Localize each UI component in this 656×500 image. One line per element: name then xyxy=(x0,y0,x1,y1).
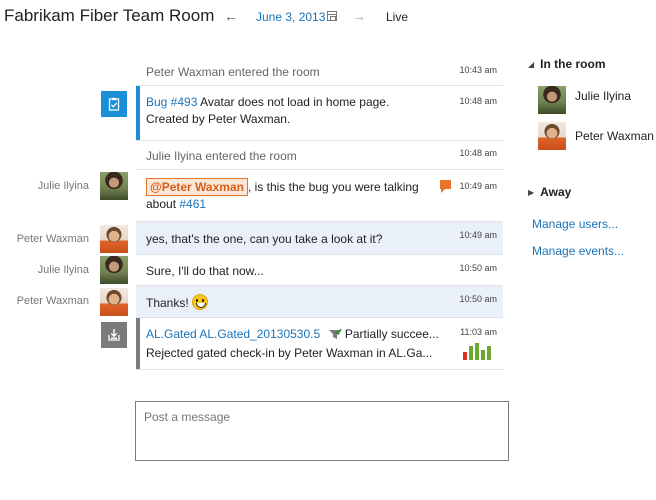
manage-events-link[interactable]: Manage events... xyxy=(532,244,624,258)
build-history-bar[interactable] xyxy=(487,346,491,360)
message-text: @Peter Waxman, is this the bug you were … xyxy=(146,178,433,213)
message-row: yes, that's the one, can you take a look… xyxy=(136,222,503,255)
message-time: 10:50 am xyxy=(459,263,497,273)
away-header[interactable]: ▶ Away xyxy=(528,185,571,199)
expanded-triangle-icon: ◢ xyxy=(528,60,535,69)
avatar[interactable] xyxy=(100,225,128,253)
message-body: Thanks! xyxy=(146,296,189,310)
message-time: 10:48 am xyxy=(459,96,497,106)
live-link[interactable]: Live xyxy=(386,10,408,24)
message-body: , is this the bug you were talking xyxy=(247,180,419,194)
avatar[interactable] xyxy=(100,172,128,200)
build-history-bar[interactable] xyxy=(481,350,485,360)
page-title: Fabrikam Fiber Team Room xyxy=(4,6,215,25)
date-link[interactable]: June 3, 2013 xyxy=(256,10,325,24)
message-time: 10:49 am xyxy=(459,181,497,191)
work-item-link[interactable]: Bug #493 xyxy=(146,95,197,109)
calendar-icon[interactable] xyxy=(327,11,337,21)
build-link[interactable]: AL.Gated AL.Gated_20130530.5 xyxy=(146,327,320,341)
mention-tag[interactable]: @Peter Waxman xyxy=(146,178,248,196)
message-text: yes, that's the one, can you take a look… xyxy=(146,232,383,246)
post-message-input[interactable] xyxy=(135,401,509,461)
message-sender: Julie Ilyina xyxy=(37,264,89,276)
avatar[interactable] xyxy=(538,86,566,114)
message-row: AL.Gated AL.Gated_20130530.5 Partially s… xyxy=(136,318,503,370)
message-sender: Julie Ilyina xyxy=(37,180,89,192)
avatar[interactable] xyxy=(100,288,128,316)
message-time: 10:43 am xyxy=(459,65,497,75)
message-text: Thanks! xyxy=(146,294,433,312)
message-row: Sure, I'll do that now... 10:50 am xyxy=(136,255,503,286)
build-history-bar[interactable] xyxy=(463,352,467,360)
section-label: In the room xyxy=(540,57,606,71)
smiley-emoji-icon xyxy=(192,294,209,310)
message-text: Bug #493 Avatar does not load in home pa… xyxy=(146,94,433,128)
section-label: Away xyxy=(540,185,572,199)
message-time: 10:49 am xyxy=(459,230,497,240)
build-status: Partially succee... xyxy=(344,327,439,341)
work-item-link[interactable]: #461 xyxy=(179,197,206,211)
message-sender: Peter Waxman xyxy=(16,233,89,245)
build-history-chart[interactable] xyxy=(463,342,497,360)
work-item-icon xyxy=(101,91,127,117)
message-time: 10:48 am xyxy=(459,148,497,158)
message-line-2: Created by Peter Waxman. xyxy=(146,112,291,126)
message-sender: Peter Waxman xyxy=(16,295,89,307)
build-history-bar[interactable] xyxy=(475,343,479,360)
message-row: Julie Ilyina entered the room 10:48 am xyxy=(136,141,503,170)
message-text: Peter Waxman entered the room xyxy=(146,65,320,79)
message-row: @Peter Waxman, is this the bug you were … xyxy=(136,170,503,222)
room-member-name[interactable]: Julie Ilyina xyxy=(575,89,631,103)
message-time: 10:50 am xyxy=(459,294,497,304)
comment-icon xyxy=(440,180,451,193)
message-text: Julie Ilyina entered the room xyxy=(146,149,297,163)
message-accent-bar xyxy=(136,86,140,140)
partial-success-icon xyxy=(328,328,342,345)
next-day-arrow-icon[interactable]: → xyxy=(352,8,366,24)
in-the-room-header[interactable]: ◢ In the room xyxy=(528,57,606,71)
message-line-2: Rejected gated check-in by Peter Waxman … xyxy=(146,346,433,360)
collapsed-triangle-icon: ▶ xyxy=(528,188,535,197)
avatar[interactable] xyxy=(100,256,128,284)
message-row: Peter Waxman entered the room 10:43 am xyxy=(136,57,503,86)
build-icon xyxy=(101,322,127,348)
message-line-2: about xyxy=(146,197,180,211)
message-accent-bar xyxy=(136,318,140,369)
previous-day-arrow-icon[interactable]: ← xyxy=(224,8,238,24)
message-time: 11:03 am xyxy=(460,327,497,337)
message-text: Sure, I'll do that now... xyxy=(146,264,264,278)
message-row: Thanks! 10:50 am xyxy=(136,286,503,318)
message-row: Bug #493 Avatar does not load in home pa… xyxy=(136,86,503,141)
room-member-name[interactable]: Peter Waxman xyxy=(575,129,654,143)
manage-users-link[interactable]: Manage users... xyxy=(532,217,618,231)
message-text: AL.Gated AL.Gated_20130530.5 Partially s… xyxy=(146,326,463,362)
avatar[interactable] xyxy=(538,122,566,150)
build-history-bar[interactable] xyxy=(469,346,473,360)
message-body: Avatar does not load in home page. xyxy=(197,95,390,109)
